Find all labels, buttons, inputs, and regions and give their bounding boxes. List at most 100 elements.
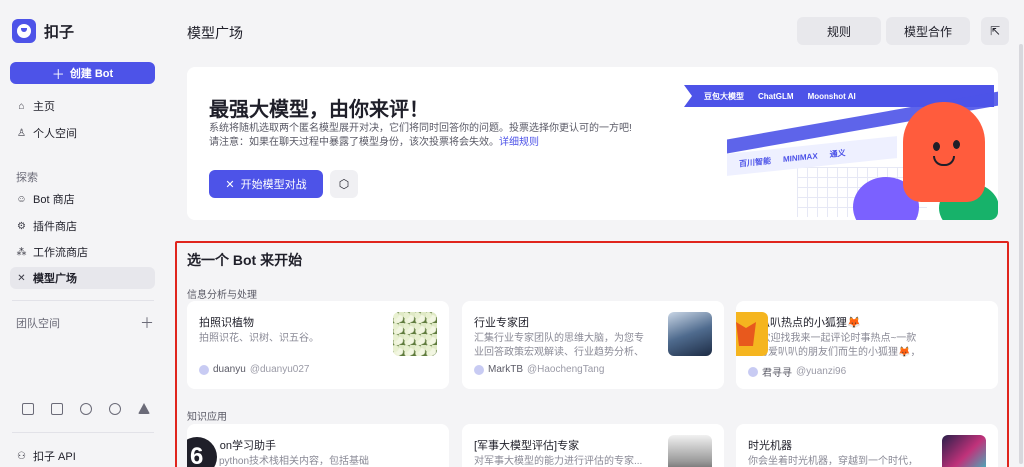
bot-description: 学习python技术栈相关内容，包括基础语法... xyxy=(199,456,370,467)
sidebar-item-plugin-store[interactable]: ⚙ 插件商店 xyxy=(10,215,155,237)
team-space-label: 团队空间 xyxy=(16,318,60,330)
bot-card-military-eval[interactable]: [军事大模型评估]专家 对军事大模型的能力进行评估的专家... xyxy=(462,424,724,467)
bot-thumbnail xyxy=(736,312,768,356)
bot-author: MarkTB @HaochengTang xyxy=(474,364,604,375)
sidebar-item-label: 主页 xyxy=(33,101,55,113)
explore-section-label: 探索 xyxy=(16,172,38,184)
brand-name: 扣子 xyxy=(44,23,75,41)
category-label: 知识应用 xyxy=(187,412,227,423)
workflow-icon: ⁂ xyxy=(16,246,27,258)
sidebar-item-label: 工作流商店 xyxy=(33,247,88,259)
chart-icon[interactable] xyxy=(138,403,150,414)
sidebar-tools xyxy=(22,403,150,415)
bot-description: 🦊欢迎找我来一起评论时事热点~一款专为爱叭叭的朋友们而生的小狐狸🦊，我将与... xyxy=(748,333,921,358)
avatar xyxy=(474,364,484,375)
sidebar-item-model-square[interactable]: ✕ 模型广场 xyxy=(10,267,155,289)
sidebar-divider xyxy=(12,300,154,301)
cube-icon: ⬡ xyxy=(338,177,350,191)
coze-logo-icon xyxy=(12,19,36,43)
author-handle: @duanyu027 xyxy=(249,364,310,375)
start-battle-label: 开始模型对战 xyxy=(240,179,307,191)
cube-button[interactable]: ⬡ xyxy=(330,170,358,198)
sidebar-item-label: 扣子 API xyxy=(33,451,76,463)
bot-card-plant[interactable]: 拍照识植物 拍照识花、识树、识五谷。 duanyu @duanyu027 xyxy=(187,301,449,389)
bot-description: 你会坐着时光机器，穿越到一个时代，以第... xyxy=(748,456,918,467)
author-name: 君寻寻 xyxy=(762,368,792,379)
bot-thumbnail xyxy=(668,435,712,467)
hero-banner: 最强大模型，由你来评！ 系统将随机选取两个匿名模型展开对决，它们将同时回答你的问… xyxy=(187,67,998,220)
home-icon: ⌂ xyxy=(18,100,25,112)
message-icon[interactable] xyxy=(51,403,63,415)
bot-card-python[interactable]: python学习助手 学习python技术栈相关内容，包括基础语法... xyxy=(187,424,449,467)
bot-thumbnail xyxy=(187,435,219,467)
sidebar-divider-bottom xyxy=(12,432,154,433)
brand[interactable]: 扣子 xyxy=(12,19,74,43)
avatar xyxy=(748,366,758,377)
mascot-smile xyxy=(933,156,955,166)
brand-moonshot: Moonshot AI xyxy=(807,91,856,101)
brand-tongyi: 通义 xyxy=(829,147,846,159)
category-label: 信息分析与处理 xyxy=(187,290,257,301)
mascot-eye xyxy=(933,142,940,151)
author-name: MarkTB xyxy=(488,364,523,375)
sidebar-item-label: 插件商店 xyxy=(33,221,77,233)
start-battle-button[interactable]: ✕ 开始模型对战 xyxy=(209,170,323,198)
bot-name: 时光机器 xyxy=(748,440,792,452)
share-button[interactable]: ⇱ xyxy=(981,17,1009,45)
author-handle: @HaochengTang xyxy=(527,364,605,375)
bot-description: 汇集行业专家团队的思维大脑，为您专业回答政策宏观解读、行业趋势分析、股票深... xyxy=(474,333,644,358)
hero-description: 系统将随机选取两个匿名模型展开对决，它们将同时回答你的问题。投票选择你更认可的一… xyxy=(209,122,649,150)
mascot-orange xyxy=(903,102,985,202)
author-handle: @yuanzi96 xyxy=(796,366,847,377)
community-icon[interactable] xyxy=(109,403,121,415)
battle-icon: ✕ xyxy=(225,178,235,191)
scrollbar[interactable] xyxy=(1019,44,1023,464)
compass-icon[interactable] xyxy=(80,403,92,415)
bot-card-time-machine[interactable]: 时光机器 你会坐着时光机器，穿越到一个时代，以第... xyxy=(736,424,998,467)
add-team-icon[interactable]: ＋ xyxy=(140,313,154,333)
sidebar-item-label: 个人空间 xyxy=(33,128,77,140)
sidebar-item-home[interactable]: ⌂ 主页 xyxy=(10,95,155,117)
sidebar-item-personal-space[interactable]: ♙ 个人空间 xyxy=(10,122,155,144)
share-icon: ⇱ xyxy=(989,24,1001,38)
rules-button[interactable]: 规则 xyxy=(797,17,881,45)
bot-description: 拍照识花、识树、识五谷。 xyxy=(199,333,319,344)
sidebar-item-label: Bot 商店 xyxy=(33,194,75,206)
bot-description: 对军事大模型的能力进行评估的专家... xyxy=(474,456,643,467)
bot-thumbnail xyxy=(942,435,986,467)
bot-name: 爱叭叭热点的小狐狸🦊 xyxy=(748,317,861,329)
hero-title: 最强大模型，由你来评！ xyxy=(209,99,429,121)
api-icon: ⚇ xyxy=(17,450,26,462)
create-bot-label: 创建 Bot xyxy=(69,68,114,80)
bot-panel-title: 选一个 Bot 来开始 xyxy=(187,252,303,268)
brand-chatglm: ChatGLM xyxy=(758,91,794,101)
sidebar-item-api[interactable]: ⚇ 扣子 API xyxy=(10,445,155,467)
create-bot-button[interactable]: ＋ 创建 Bot xyxy=(10,62,155,84)
avatar xyxy=(199,364,209,375)
author-name: duanyu xyxy=(213,364,246,375)
hero-desc-line2: 请注意：如果在聊天过程中暴露了模型身份，该次投票将会失效。 xyxy=(209,137,499,148)
mascot-eye xyxy=(953,140,960,149)
sidebar: 扣子 ＋ 创建 Bot ⌂ 主页 ♙ 个人空间 探索 ☺ Bot 商店 ⚙ 插件… xyxy=(0,0,166,467)
rules-link[interactable]: 详细规则 xyxy=(499,137,539,148)
bot-author: 君寻寻 @yuanzi96 xyxy=(748,364,846,379)
hero-desc-line1: 系统将随机选取两个匿名模型展开对决，它们将同时回答你的问题。投票选择你更认可的一… xyxy=(209,123,632,134)
bot-card-industry-experts[interactable]: 行业专家团 汇集行业专家团队的思维大脑，为您专业回答政策宏观解读、行业趋势分析、… xyxy=(462,301,724,389)
page-title: 模型广场 xyxy=(187,25,243,41)
brand-minimax: MINIMAX xyxy=(783,150,818,164)
bot-icon: ☺ xyxy=(16,193,27,205)
plugin-icon: ⚙ xyxy=(17,220,26,232)
bot-author: duanyu @duanyu027 xyxy=(199,364,309,375)
brand-baichuan: 百川智能 xyxy=(739,155,771,169)
main-content: 模型广场 规则 模型合作 ⇱ 最强大模型，由你来评！ 系统将随机选取两个匿名模型… xyxy=(166,0,1024,467)
bot-name: python学习助手 xyxy=(199,440,277,452)
document-icon[interactable] xyxy=(22,403,34,415)
bot-name: 行业专家团 xyxy=(474,317,529,329)
plus-icon: ＋ xyxy=(51,66,65,82)
sidebar-item-workflow-store[interactable]: ⁂ 工作流商店 xyxy=(10,241,155,263)
sidebar-item-bot-store[interactable]: ☺ Bot 商店 xyxy=(10,188,155,210)
bot-card-fox[interactable]: 爱叭叭热点的小狐狸🦊 🦊欢迎找我来一起评论时事热点~一款专为爱叭叭的朋友们而生的… xyxy=(736,301,998,389)
bot-thumbnail xyxy=(668,312,712,356)
brand-doubao: 豆包大模型 xyxy=(704,91,744,101)
model-cooperation-button[interactable]: 模型合作 xyxy=(886,17,970,45)
